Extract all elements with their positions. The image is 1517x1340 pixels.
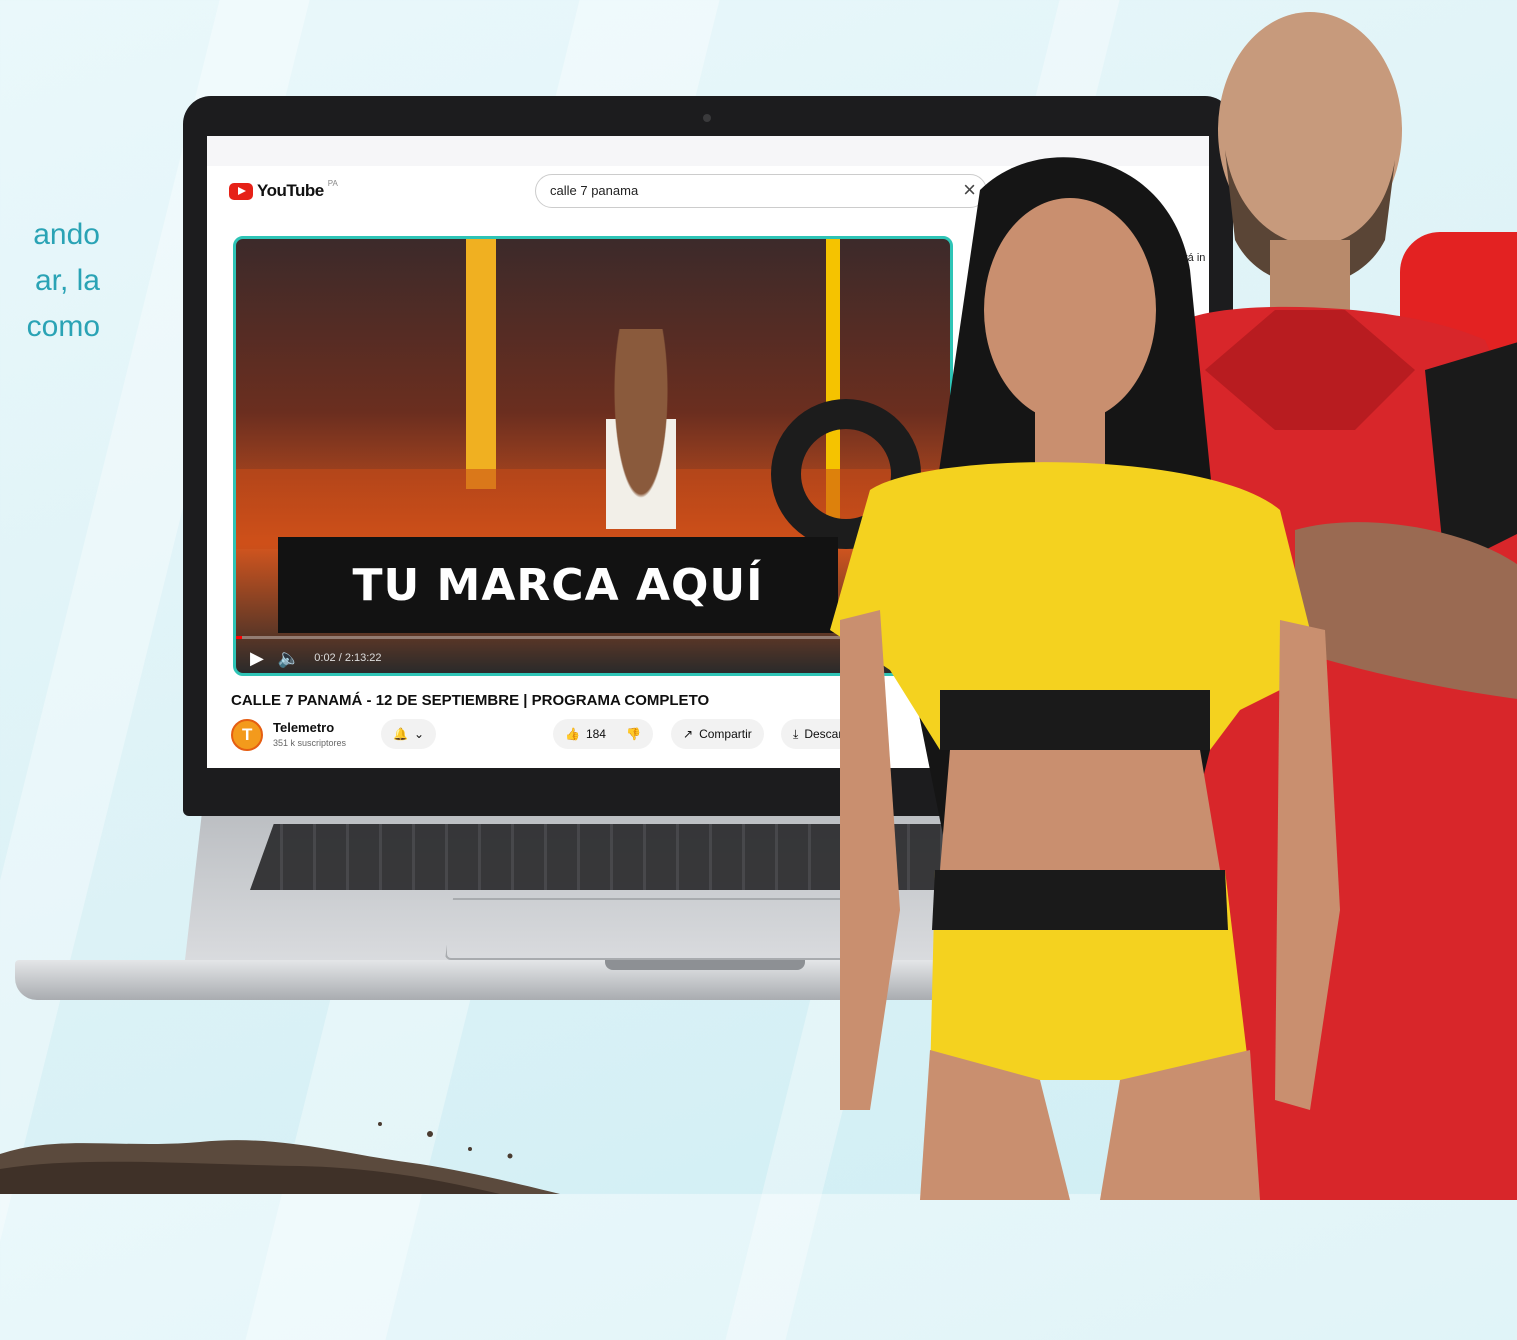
youtube-wordmark: YouTube [257, 181, 324, 200]
share-button[interactable]: ↗ Compartir [671, 719, 764, 749]
notification-button[interactable]: 🔔 ⌄ [381, 719, 437, 749]
laptop-notch [605, 960, 805, 970]
youtube-play-icon [229, 182, 253, 200]
search-input[interactable]: calle 7 panama [550, 183, 638, 198]
channel-name[interactable]: Telemetro [273, 720, 334, 735]
progress-fill [236, 636, 242, 639]
bell-icon: 🔔 [393, 727, 408, 741]
brand-banner: TU MARCA AQUÍ [278, 537, 838, 633]
youtube-logo[interactable]: YouTube PA [229, 178, 338, 201]
thumbs-down-icon[interactable]: 👎 [626, 727, 641, 741]
soil-decoration [0, 1122, 560, 1194]
play-icon[interactable]: ▶ [250, 648, 264, 669]
trackpad [445, 898, 849, 960]
like-count: 184 [585, 727, 606, 741]
chevron-down-icon: ⌄ [413, 727, 425, 741]
webcam [703, 114, 711, 122]
download-icon: ⤓ [793, 726, 799, 741]
woman-athlete [830, 157, 1340, 1200]
banner-text: TU MARCA AQUÍ [352, 559, 764, 611]
share-icon: ↗ [683, 727, 694, 741]
copy-line: ando [33, 218, 100, 251]
video-time: 0:02 / 2:13:22 [314, 652, 382, 664]
region-code: PA [327, 178, 338, 188]
copy-line: ar, la [34, 264, 100, 297]
volume-icon[interactable]: 🔈 [278, 648, 300, 669]
channel-avatar[interactable] [231, 719, 263, 751]
thumbs-up-icon: 👍 [565, 727, 580, 741]
share-label: Compartir [699, 727, 752, 741]
copy-line: como [26, 310, 100, 343]
like-button[interactable]: 👍 184 👎 [553, 719, 653, 749]
set-beam [466, 239, 496, 489]
video-title: CALLE 7 PANAMÁ - 12 DE SEPTIEMBRE | PROG… [231, 692, 710, 709]
subscriber-count: 351 k suscriptores [273, 738, 347, 748]
partial-body-copy: ando ar, la como [0, 212, 100, 350]
